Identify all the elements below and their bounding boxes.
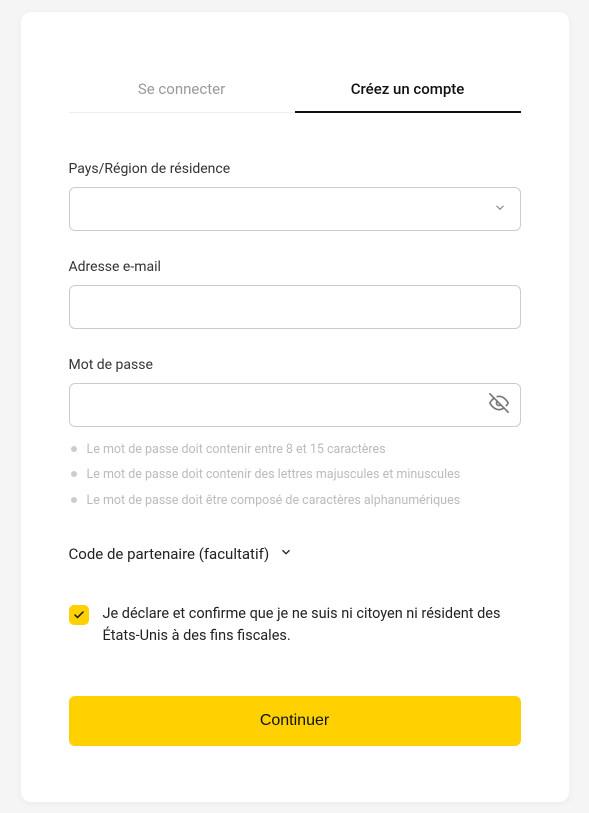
password-rule: Le mot de passe doit être composé de car… [69, 488, 521, 514]
us-declaration-row: Je déclare et confirme que je ne suis ni… [69, 603, 521, 648]
country-select-wrap [69, 187, 521, 231]
password-field-group: Mot de passe Le mot de passe doit conten… [69, 357, 521, 514]
us-declaration-text: Je déclare et confirme que je ne suis ni… [103, 603, 521, 648]
partner-code-label: Code de partenaire (facultatif) [69, 545, 270, 563]
password-input-wrap [69, 383, 521, 427]
password-rule: Le mot de passe doit contenir des lettre… [69, 462, 521, 488]
eye-off-icon[interactable] [489, 393, 509, 417]
password-rule: Le mot de passe doit contenir entre 8 et… [69, 437, 521, 463]
email-label: Adresse e-mail [69, 259, 521, 275]
signup-card: Se connecter Créez un compte Pays/Région… [21, 12, 569, 802]
chevron-down-icon [279, 545, 293, 563]
auth-tabs: Se connecter Créez un compte [69, 80, 521, 113]
continue-button[interactable]: Continuer [69, 696, 521, 746]
partner-code-toggle[interactable]: Code de partenaire (facultatif) [69, 545, 521, 563]
country-field-group: Pays/Région de résidence [69, 161, 521, 231]
tab-login[interactable]: Se connecter [69, 80, 295, 112]
password-label: Mot de passe [69, 357, 521, 373]
password-rules: Le mot de passe doit contenir entre 8 et… [69, 437, 521, 514]
password-input[interactable] [69, 383, 521, 427]
tab-signup[interactable]: Créez un compte [295, 80, 521, 112]
country-label: Pays/Région de résidence [69, 161, 521, 177]
us-declaration-checkbox[interactable] [69, 605, 89, 625]
email-input[interactable] [69, 285, 521, 329]
country-select[interactable] [69, 187, 521, 231]
email-field-group: Adresse e-mail [69, 259, 521, 329]
